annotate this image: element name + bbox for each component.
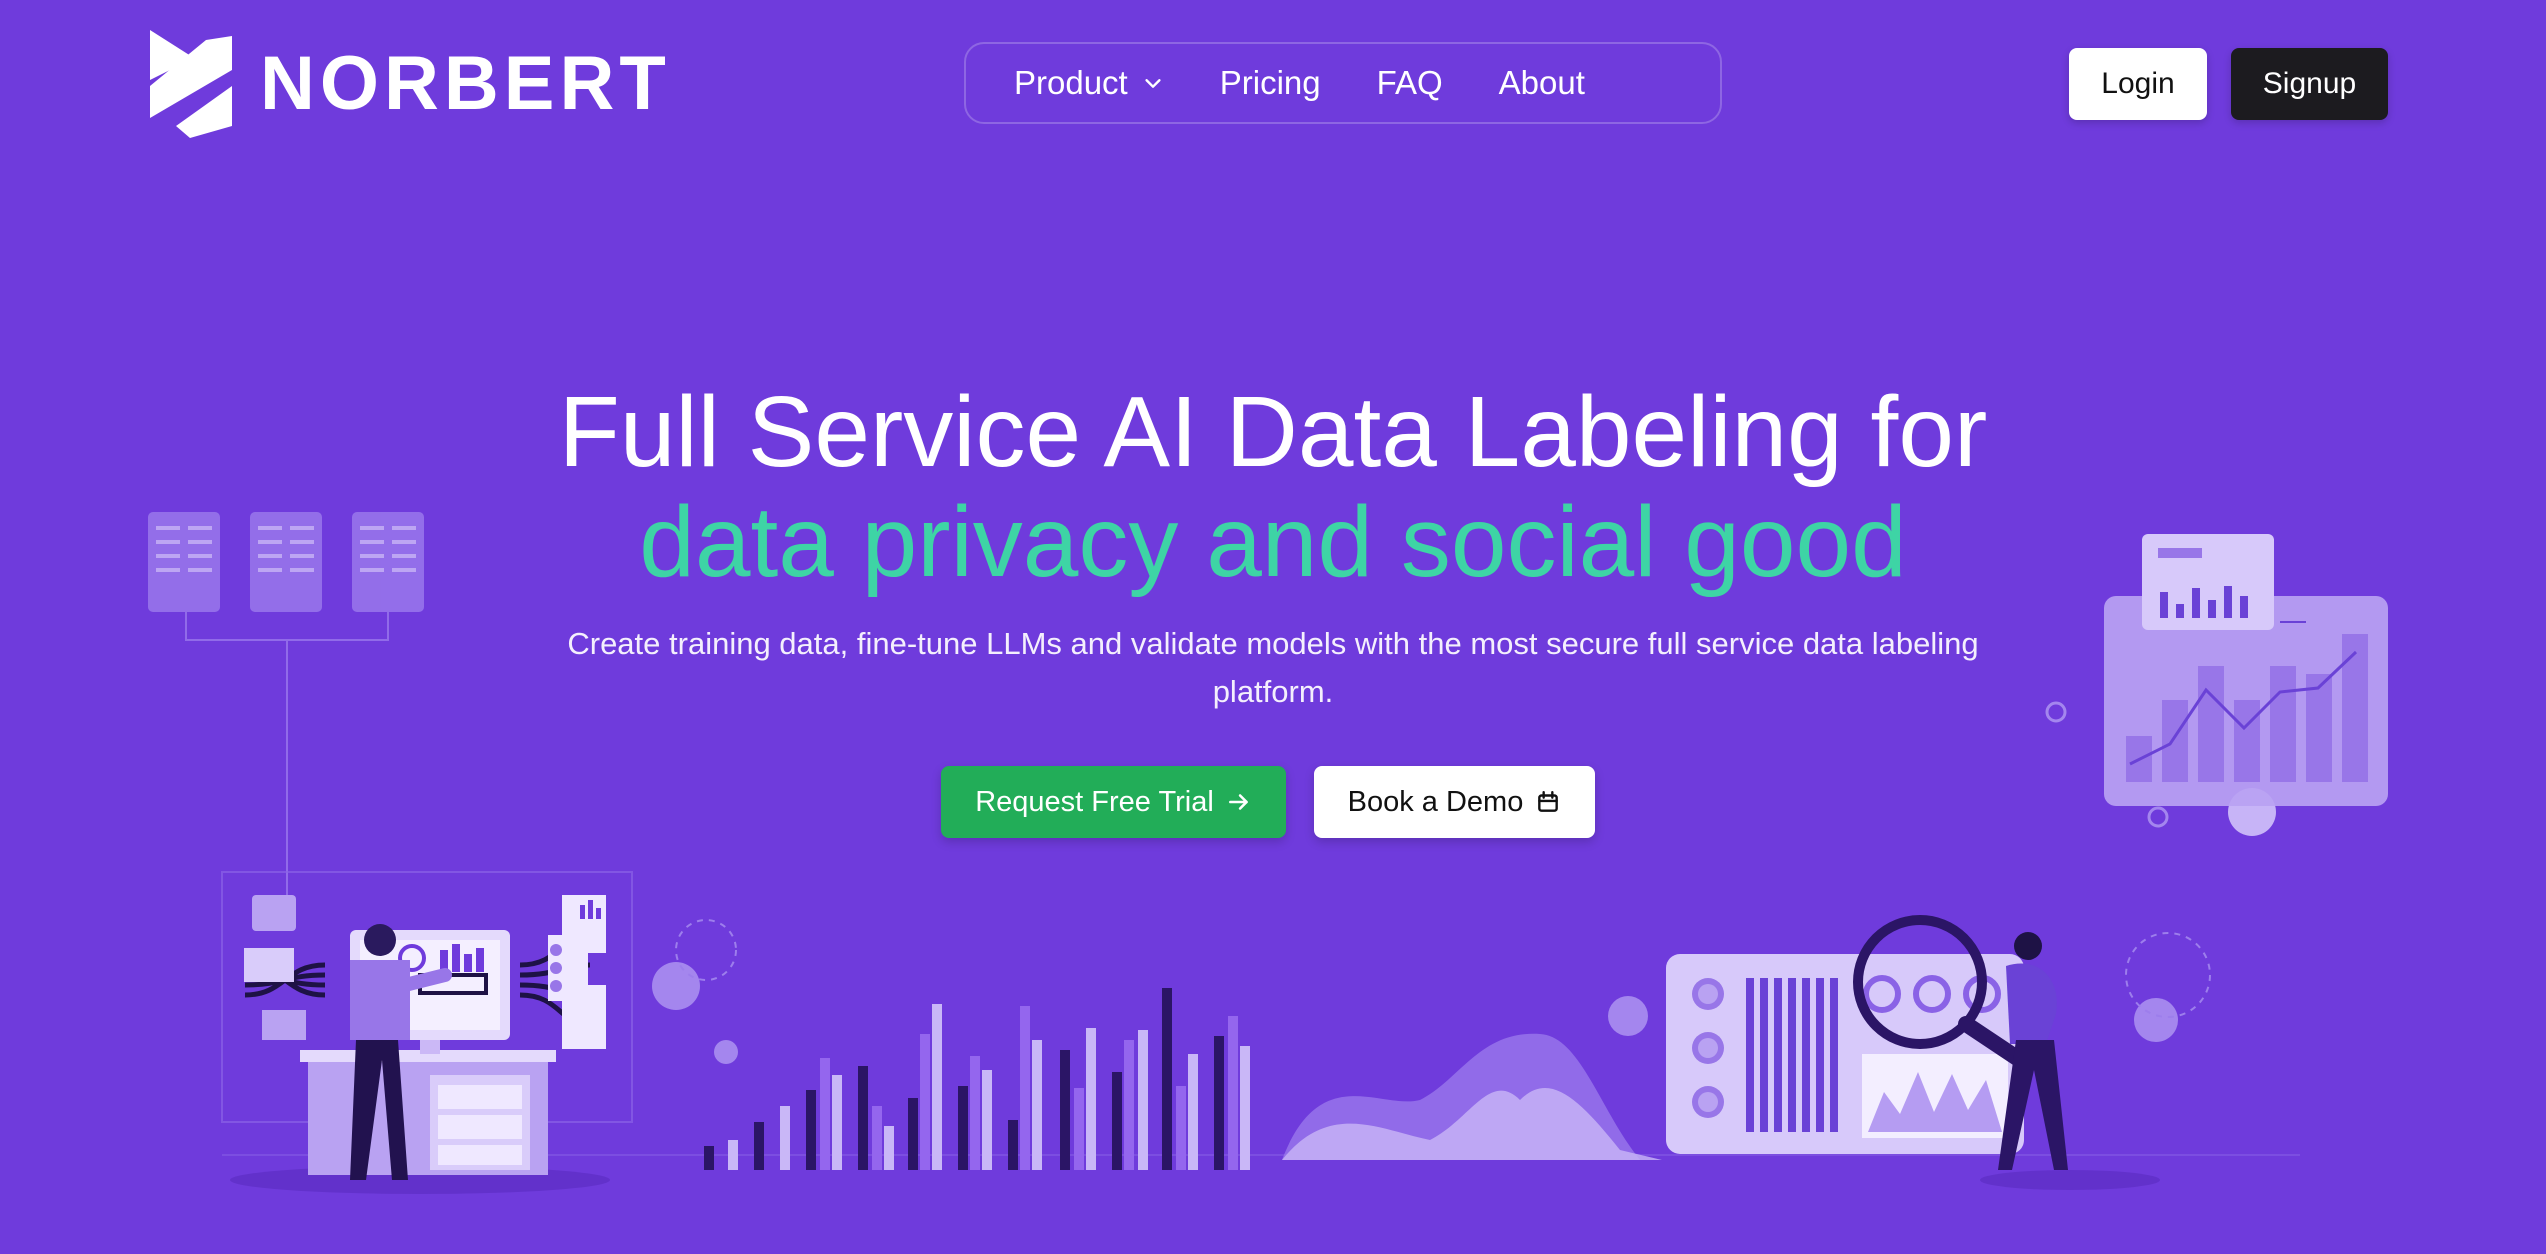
- signup-button[interactable]: Signup: [2231, 48, 2388, 120]
- person-at-desk-illustration: [230, 895, 610, 1194]
- brand-logo[interactable]: NORBERT: [146, 30, 671, 138]
- site-header: NORBERT Product Pricing FAQ About Login …: [0, 0, 2546, 170]
- main-nav: Product Pricing FAQ About: [964, 42, 1722, 124]
- nav-item-about[interactable]: About: [1499, 64, 1585, 102]
- brand-name: NORBERT: [260, 41, 671, 126]
- nav-item-label: FAQ: [1376, 64, 1443, 101]
- nav-item-label: Pricing: [1219, 64, 1321, 101]
- nav-item-label: About: [1498, 64, 1585, 101]
- dashboard-analysis-illustration: [1666, 915, 2160, 1190]
- calendar-icon: [1538, 791, 1559, 812]
- decorative-circles: [652, 701, 2276, 1064]
- chevron-down-icon: [1145, 79, 1161, 88]
- arrow-right-icon: [1228, 794, 1248, 810]
- norbert-logo-icon: [150, 30, 232, 138]
- bar-chart-illustration: [704, 988, 1250, 1170]
- request-free-trial-button[interactable]: Request Free Trial: [941, 766, 1286, 838]
- book-demo-button[interactable]: Book a Demo: [1314, 766, 1595, 838]
- book-demo-label: Book a Demo: [1347, 785, 1524, 818]
- nav-item-product[interactable]: Product: [1014, 64, 1164, 102]
- request-free-trial-label: Request Free Trial: [975, 785, 1214, 818]
- hero-title-highlight: data privacy and social good: [639, 486, 1907, 598]
- nav-item-faq[interactable]: FAQ: [1377, 64, 1443, 102]
- nav-item-label: Product: [1014, 64, 1128, 101]
- nav-item-pricing[interactable]: Pricing: [1220, 64, 1321, 102]
- hero-subtitle: Create training data, fine-tune LLMs and…: [567, 626, 1979, 709]
- login-button[interactable]: Login: [2069, 48, 2207, 120]
- hero-title: Full Service AI Data Labeling for: [558, 376, 1988, 488]
- area-chart-illustration: [1282, 1033, 1662, 1160]
